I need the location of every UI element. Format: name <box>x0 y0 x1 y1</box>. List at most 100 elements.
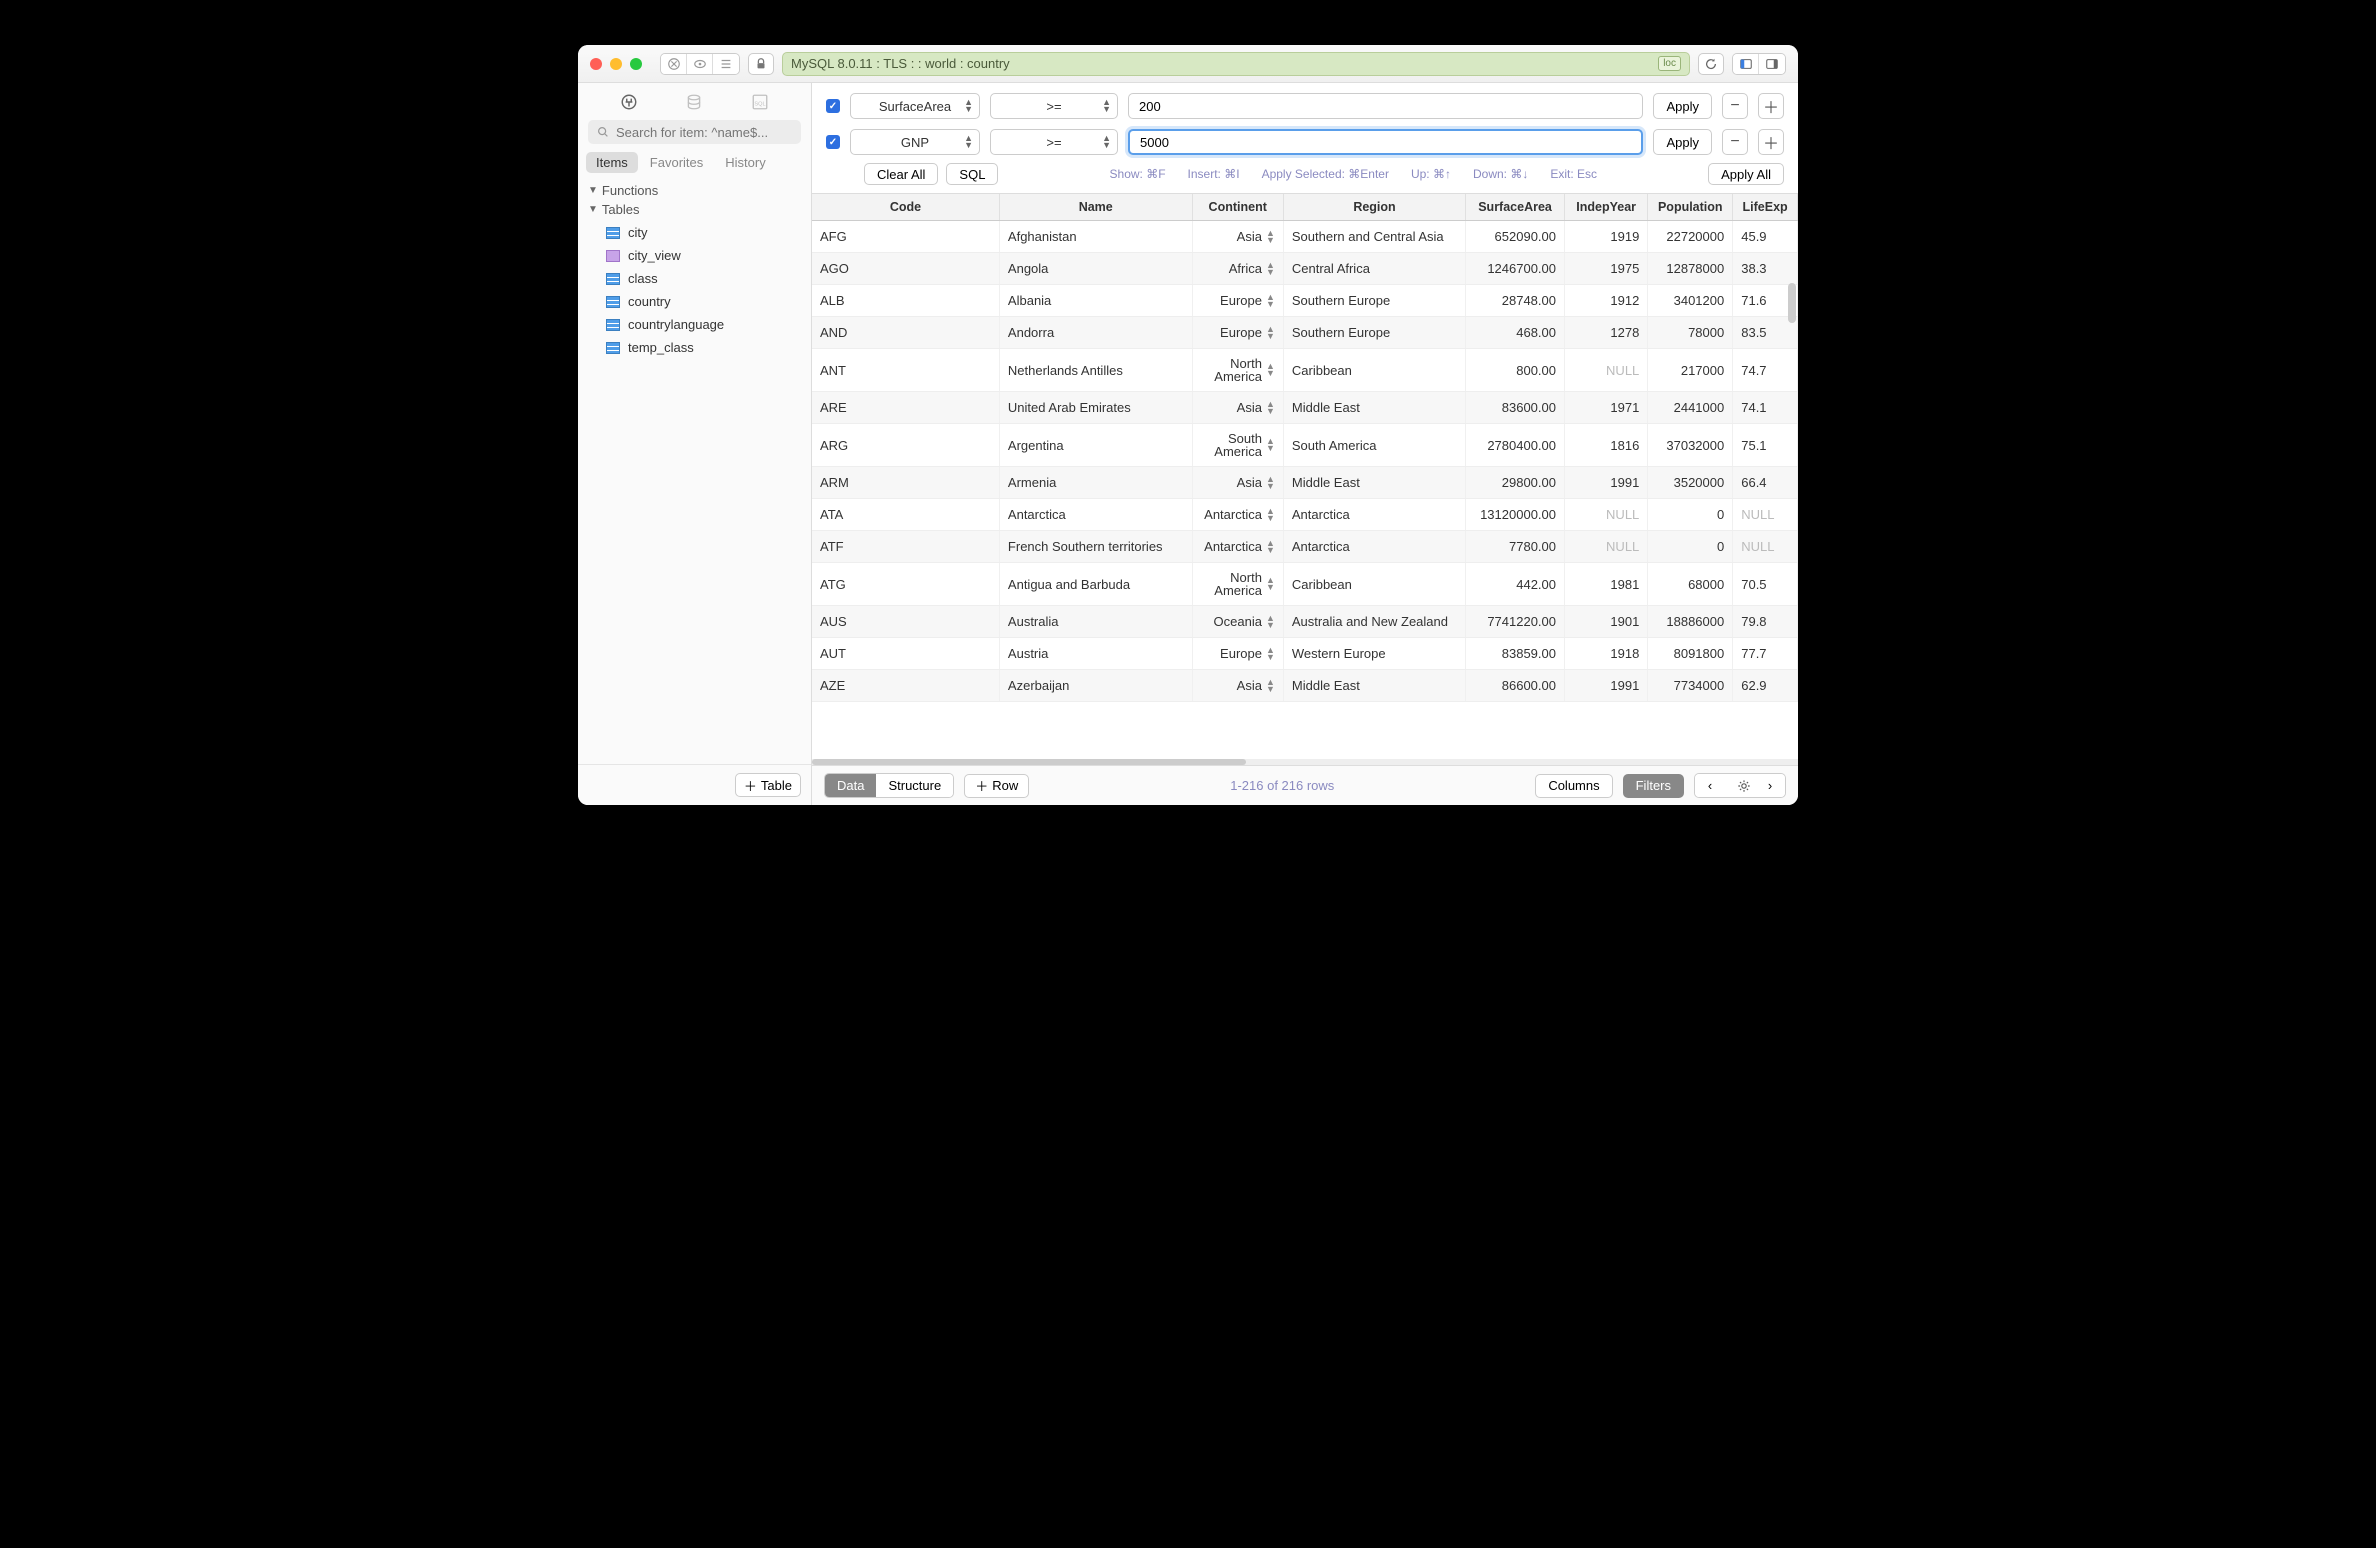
structure-tab[interactable]: Structure <box>876 774 953 797</box>
cell-name[interactable]: Australia <box>999 606 1192 638</box>
table-row[interactable]: ATGAntigua and BarbudaNorthAmerica▲▼Cari… <box>812 563 1798 606</box>
table-row[interactable]: ATFFrench Southern territoriesAntarctica… <box>812 531 1798 563</box>
cell-code[interactable]: ATF <box>812 531 999 563</box>
column-header-surfacearea[interactable]: SurfaceArea <box>1466 194 1565 221</box>
tab-items[interactable]: Items <box>586 152 638 173</box>
plug-icon[interactable] <box>620 93 638 114</box>
cell-name[interactable]: Argentina <box>999 424 1192 467</box>
filter-value-input[interactable] <box>1128 93 1643 119</box>
cell-region[interactable]: Caribbean <box>1283 563 1465 606</box>
cell-indepyear[interactable]: 1981 <box>1565 563 1648 606</box>
sidebar-item-temp_class[interactable]: temp_class <box>606 336 811 359</box>
cell-continent[interactable]: Asia▲▼ <box>1192 467 1283 499</box>
cell-surfacearea[interactable]: 83859.00 <box>1466 638 1565 670</box>
table-row[interactable]: ATAAntarcticaAntarctica▲▼Antarctica13120… <box>812 499 1798 531</box>
cell-continent[interactable]: Europe▲▼ <box>1192 285 1283 317</box>
filter-checkbox[interactable]: ✓ <box>826 135 840 149</box>
cell-population[interactable]: 22720000 <box>1648 221 1733 253</box>
cell-population[interactable]: 12878000 <box>1648 253 1733 285</box>
cell-region[interactable]: Middle East <box>1283 392 1465 424</box>
sidebar-item-country[interactable]: country <box>606 290 811 313</box>
table-row[interactable]: ARGArgentinaSouthAmerica▲▼South America2… <box>812 424 1798 467</box>
preview-button[interactable] <box>687 54 713 74</box>
gear-button[interactable] <box>1725 774 1755 797</box>
cell-name[interactable]: French Southern territories <box>999 531 1192 563</box>
add-filter-button[interactable]: ＋ <box>1758 93 1784 119</box>
sidebar-toggle-right[interactable] <box>1759 54 1785 74</box>
cell-indepyear[interactable]: 1991 <box>1565 467 1648 499</box>
cell-population[interactable]: 78000 <box>1648 317 1733 349</box>
table-row[interactable]: AGOAngolaAfrica▲▼Central Africa1246700.0… <box>812 253 1798 285</box>
column-header-lifeexp[interactable]: LifeExp <box>1733 194 1798 221</box>
connection-bar[interactable]: MySQL 8.0.11 : TLS : : world : country l… <box>782 52 1690 76</box>
cell-continent[interactable]: NorthAmerica▲▼ <box>1192 349 1283 392</box>
cell-continent[interactable]: Asia▲▼ <box>1192 670 1283 702</box>
search-input[interactable] <box>616 125 793 140</box>
remove-filter-button[interactable]: − <box>1722 129 1748 155</box>
cell-surfacearea[interactable]: 800.00 <box>1466 349 1565 392</box>
cell-continent[interactable]: Oceania▲▼ <box>1192 606 1283 638</box>
cell-population[interactable]: 0 <box>1648 531 1733 563</box>
cell-continent[interactable]: Asia▲▼ <box>1192 221 1283 253</box>
cell-surfacearea[interactable]: 468.00 <box>1466 317 1565 349</box>
cell-region[interactable]: South America <box>1283 424 1465 467</box>
cell-indepyear[interactable]: 1975 <box>1565 253 1648 285</box>
table-row[interactable]: AZEAzerbaijanAsia▲▼Middle East86600.0019… <box>812 670 1798 702</box>
column-header-region[interactable]: Region <box>1283 194 1465 221</box>
cell-indepyear[interactable]: 1919 <box>1565 221 1648 253</box>
cell-surfacearea[interactable]: 83600.00 <box>1466 392 1565 424</box>
cell-indepyear[interactable]: 1278 <box>1565 317 1648 349</box>
apply-button[interactable]: Apply <box>1653 129 1712 155</box>
cell-name[interactable]: Andorra <box>999 317 1192 349</box>
close-icon[interactable] <box>590 58 602 70</box>
cell-name[interactable]: Antarctica <box>999 499 1192 531</box>
cell-indepyear[interactable]: 1901 <box>1565 606 1648 638</box>
cell-code[interactable]: ARE <box>812 392 999 424</box>
cell-population[interactable]: 3401200 <box>1648 285 1733 317</box>
cell-name[interactable]: United Arab Emirates <box>999 392 1192 424</box>
next-page-button[interactable]: › <box>1755 774 1785 797</box>
cell-name[interactable]: Armenia <box>999 467 1192 499</box>
columns-button[interactable]: Columns <box>1535 774 1612 798</box>
cell-indepyear[interactable]: 1816 <box>1565 424 1648 467</box>
cell-indepyear[interactable]: 1912 <box>1565 285 1648 317</box>
table-row[interactable]: ARMArmeniaAsia▲▼Middle East29800.0019913… <box>812 467 1798 499</box>
cell-code[interactable]: AND <box>812 317 999 349</box>
filter-value-input[interactable] <box>1128 129 1643 155</box>
cell-continent[interactable]: Europe▲▼ <box>1192 317 1283 349</box>
cell-name[interactable]: Azerbaijan <box>999 670 1192 702</box>
table-row[interactable]: AUTAustriaEurope▲▼Western Europe83859.00… <box>812 638 1798 670</box>
column-header-name[interactable]: Name <box>999 194 1192 221</box>
cell-code[interactable]: AZE <box>812 670 999 702</box>
cell-lifeexp[interactable]: 38.3 <box>1733 253 1798 285</box>
horizontal-scrollbar[interactable] <box>812 759 1798 765</box>
filter-checkbox[interactable]: ✓ <box>826 99 840 113</box>
cell-region[interactable]: Australia and New Zealand <box>1283 606 1465 638</box>
cell-name[interactable]: Netherlands Antilles <box>999 349 1192 392</box>
cell-surfacearea[interactable]: 28748.00 <box>1466 285 1565 317</box>
cell-code[interactable]: AUT <box>812 638 999 670</box>
database-icon[interactable] <box>685 93 703 114</box>
cell-region[interactable]: Antarctica <box>1283 499 1465 531</box>
cell-code[interactable]: ALB <box>812 285 999 317</box>
section-tables[interactable]: ▼Tables <box>578 200 811 219</box>
column-header-indepyear[interactable]: IndepYear <box>1565 194 1648 221</box>
remove-filter-button[interactable]: − <box>1722 93 1748 119</box>
column-header-code[interactable]: Code <box>812 194 999 221</box>
sql-icon[interactable]: SQL <box>751 93 769 114</box>
table-row[interactable]: AREUnited Arab EmiratesAsia▲▼Middle East… <box>812 392 1798 424</box>
vertical-scrollbar[interactable] <box>1788 283 1796 745</box>
cell-surfacearea[interactable]: 652090.00 <box>1466 221 1565 253</box>
zoom-icon[interactable] <box>630 58 642 70</box>
cell-surfacearea[interactable]: 7741220.00 <box>1466 606 1565 638</box>
clear-all-button[interactable]: Clear All <box>864 163 938 185</box>
cell-code[interactable]: AUS <box>812 606 999 638</box>
cell-region[interactable]: Southern Europe <box>1283 317 1465 349</box>
cell-continent[interactable]: Antarctica▲▼ <box>1192 499 1283 531</box>
cell-region[interactable]: Western Europe <box>1283 638 1465 670</box>
cell-indepyear[interactable]: 1971 <box>1565 392 1648 424</box>
sidebar-item-city[interactable]: city <box>606 221 811 244</box>
cell-region[interactable]: Caribbean <box>1283 349 1465 392</box>
cell-population[interactable]: 3520000 <box>1648 467 1733 499</box>
cell-population[interactable]: 7734000 <box>1648 670 1733 702</box>
